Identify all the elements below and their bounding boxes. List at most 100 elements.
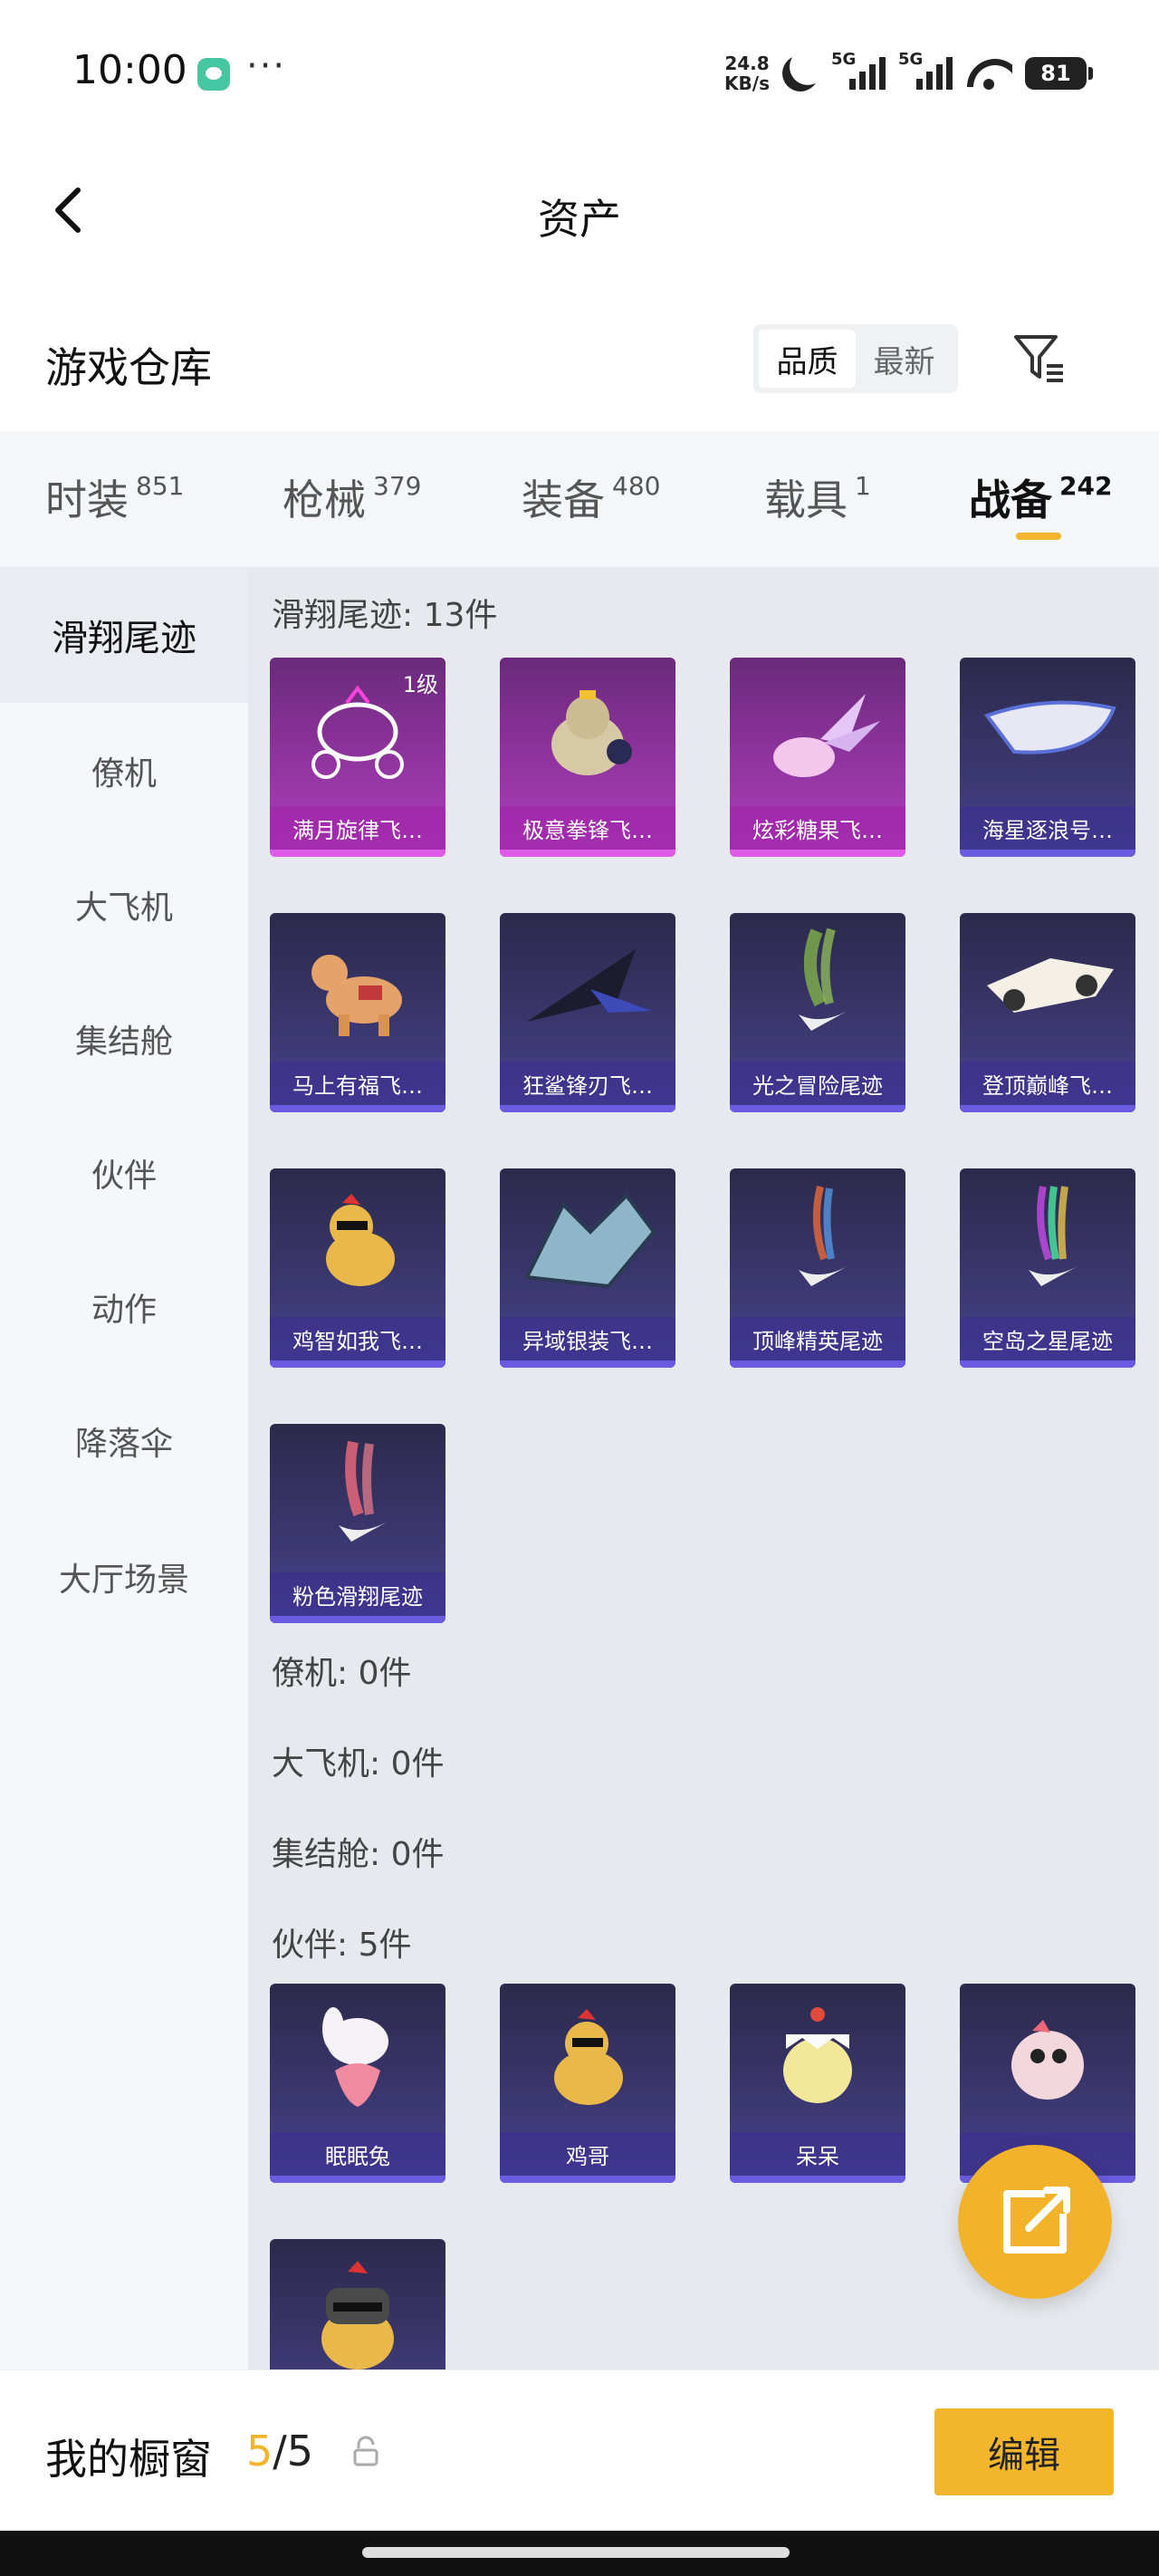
item-card[interactable]: 海星逐浪号… [960, 658, 1135, 857]
net-speed-value: 24.8 [724, 53, 770, 74]
share-icon [1003, 2187, 1070, 2254]
rarity-bar [270, 850, 445, 857]
rarity-bar [730, 850, 905, 857]
item-name: 海星逐浪号… [960, 806, 1135, 850]
pink-bird-icon [1011, 2020, 1084, 2100]
rarity-bar [960, 1360, 1135, 1368]
rarity-bar [270, 2176, 445, 2183]
item-name: 极意拳锋飞… [500, 806, 675, 850]
item-card[interactable]: 炫彩糖果飞… [730, 658, 905, 857]
item-card[interactable]: 登顶巅峰飞… [960, 913, 1135, 1112]
page-title: 资产 [538, 195, 621, 244]
net-speed-unit: KB/s [724, 72, 770, 94]
item-card[interactable]: 鸡智如我飞… [270, 1168, 445, 1368]
battery-icon: 81 [1025, 57, 1093, 90]
showcase-count: 5/5 [246, 2427, 313, 2475]
tab-label: 装备 [522, 476, 605, 524]
tab-label: 载具 [764, 476, 848, 524]
tab-fashion[interactable]: 时装 851 [45, 467, 184, 527]
shark-icon [527, 949, 652, 1022]
item-name: 鸡智如我飞… [270, 1317, 445, 1360]
elephant-boxer-icon [551, 690, 632, 775]
rarity-bar [500, 1360, 675, 1368]
item-card[interactable]: 空岛之星尾迹 [960, 1168, 1135, 1368]
showcase-current: 5 [246, 2427, 273, 2475]
item-name: 空岛之星尾迹 [960, 1317, 1135, 1360]
item-name: 眠眠兔 [270, 2132, 445, 2176]
sidebar-item-assembly-pod[interactable]: 集结舱 [0, 971, 248, 1107]
chicken-icon [326, 1194, 395, 1286]
tab-vehicles[interactable]: 载具 1 [764, 467, 871, 527]
tab-firearms[interactable]: 枪械 379 [283, 467, 421, 527]
tab-label: 战备 [969, 476, 1052, 524]
helmet-chicken-icon [321, 2261, 394, 2369]
tab-equipment[interactable]: 装备 480 [522, 467, 660, 527]
filter-icon[interactable] [1011, 330, 1068, 388]
section-title-assembly-pod: 集结舱: 0件 [272, 1836, 445, 1873]
nav-bar: 资产 [0, 145, 1159, 281]
category-tabs: 时装 851 枪械 379 装备 480 载具 1 战备 242 [0, 431, 1159, 567]
item-card[interactable]: 光之冒险尾迹 [730, 913, 905, 1112]
item-name: 顶峰精英尾迹 [730, 1317, 905, 1360]
section-title-glide-trail: 滑翔尾迹: 13件 [272, 597, 498, 634]
chicken-icon [554, 2009, 623, 2105]
share-button[interactable] [958, 2145, 1112, 2299]
item-card[interactable]: 粉色滑翔尾迹 [270, 1424, 445, 1623]
candy-icon [773, 694, 880, 777]
item-card[interactable]: 眠眠兔 [270, 1984, 445, 2183]
section-title-wingman: 僚机: 0件 [272, 1655, 412, 1692]
tab-count: 242 [1059, 471, 1113, 501]
sort-by-newest[interactable]: 最新 [856, 330, 953, 388]
item-card[interactable]: 1级 满月旋律飞… [270, 658, 445, 857]
item-name: 狂鲨锋刃飞… [500, 1062, 675, 1105]
item-card[interactable]: 顶峰精英尾迹 [730, 1168, 905, 1368]
sidebar-item-glide-trail[interactable]: 滑翔尾迹 [0, 567, 248, 703]
section-title-big-plane: 大飞机: 0件 [272, 1745, 445, 1783]
item-card[interactable] [270, 2239, 445, 2369]
lock-icon[interactable] [351, 2436, 380, 2466]
sidebar-item-partner[interactable]: 伙伴 [0, 1105, 248, 1241]
chick-icon [783, 2007, 852, 2103]
sidebar: 滑翔尾迹 僚机 大飞机 集结舱 伙伴 动作 降落伞 大厅场景 [0, 567, 248, 2369]
tab-count: 379 [373, 471, 422, 501]
sidebar-item-parachute[interactable]: 降落伞 [0, 1373, 248, 1509]
item-card[interactable]: 呆呆 [730, 1984, 905, 2183]
signal-icon-sim1: 5G [831, 50, 886, 93]
wifi-icon [965, 55, 1012, 91]
item-card[interactable]: 极意拳锋飞… [500, 658, 675, 857]
sidebar-item-action[interactable]: 动作 [0, 1239, 248, 1375]
item-list: 滑翔尾迹: 13件 1级 满月旋律飞… 极意拳锋飞… 炫彩糖果飞… 海星逐浪号…… [248, 567, 1159, 2369]
smoke-trail-icon [339, 1440, 388, 1542]
rarity-bar [730, 1105, 905, 1112]
sort-toggle: 品质 最新 [753, 324, 958, 393]
smoke-trail-icon [1029, 1186, 1078, 1286]
status-bar: 10:00 ··· 24.8 KB/s 5G 5G 81 [0, 0, 1159, 145]
sort-by-quality[interactable]: 品质 [759, 330, 856, 388]
boat-icon [983, 700, 1116, 755]
level-badge: 1级 [402, 672, 438, 697]
showcase-label: 我的橱窗 [45, 2435, 212, 2484]
sidebar-item-wingman[interactable]: 僚机 [0, 703, 248, 839]
tab-readiness[interactable]: 战备 242 [969, 467, 1112, 527]
home-indicator[interactable] [362, 2547, 790, 2558]
tab-label: 枪械 [283, 476, 366, 524]
warehouse-title: 游戏仓库 [45, 343, 212, 392]
section-title-partner: 伙伴: 5件 [272, 1927, 412, 1964]
more-notifications-icon: ··· [246, 45, 287, 87]
rarity-bar [270, 1360, 445, 1368]
item-name: 马上有福飞… [270, 1062, 445, 1105]
sidebar-item-lobby-scene[interactable]: 大厅场景 [0, 1509, 248, 1645]
sidebar-item-big-plane[interactable]: 大飞机 [0, 837, 248, 973]
item-card[interactable]: 狂鲨锋刃飞… [500, 913, 675, 1112]
bunny-icon [322, 2007, 388, 2107]
rarity-bar [960, 850, 1135, 857]
item-name: 光之冒险尾迹 [730, 1062, 905, 1105]
showcase-total: /5 [273, 2427, 314, 2475]
signal-icon-sim2: 5G [898, 50, 953, 93]
item-card[interactable]: 鸡哥 [500, 1984, 675, 2183]
item-card[interactable]: 异域银装飞… [500, 1168, 675, 1368]
item-name: 登顶巅峰飞… [960, 1062, 1135, 1105]
edit-button[interactable]: 编辑 [934, 2408, 1114, 2495]
item-card[interactable]: 马上有福飞… [270, 913, 445, 1112]
rarity-bar [270, 1616, 445, 1623]
